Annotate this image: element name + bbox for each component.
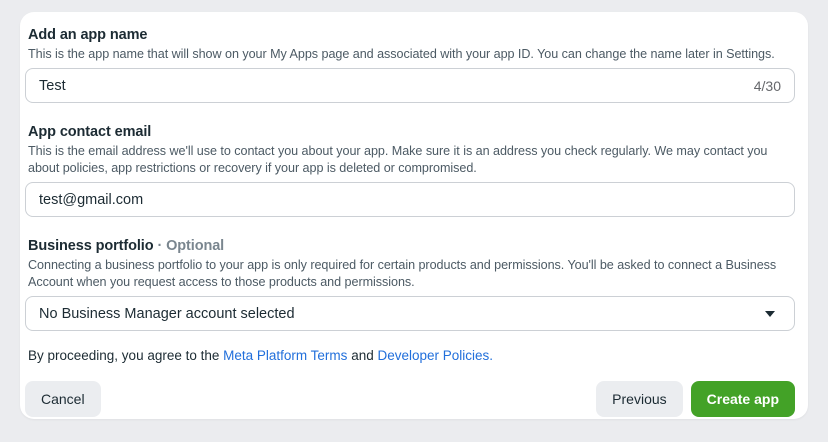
business-portfolio-description: Connecting a business portfolio to your … <box>28 258 777 289</box>
terms-prefix: By proceeding, you agree to the <box>28 348 224 363</box>
terms-conjunction: and <box>347 348 378 363</box>
caret-down-icon <box>765 310 775 317</box>
contact-email-label: App contact email <box>28 124 152 140</box>
business-portfolio-selected-value: No Business Manager account selected <box>39 305 295 322</box>
contact-email-field-wrapper <box>25 182 795 217</box>
optional-tag: Optional <box>166 238 225 254</box>
app-name-label: Add an app name <box>28 27 148 43</box>
previous-button[interactable]: Previous <box>596 381 683 417</box>
contact-email-description: This is the email address we'll use to c… <box>28 144 768 175</box>
developer-policies-link[interactable]: Developer Policies. <box>377 348 493 363</box>
terms-notice: By proceeding, you agree to the Meta Pla… <box>28 347 795 365</box>
character-counter: 4/30 <box>753 77 781 94</box>
cancel-button[interactable]: Cancel <box>25 381 101 417</box>
app-name-input[interactable] <box>39 77 744 94</box>
label-separator: · <box>157 238 163 254</box>
dialog-actions: Cancel Previous Create app <box>25 381 795 417</box>
create-app-button[interactable]: Create app <box>690 381 795 417</box>
app-name-field-wrapper: 4/30 <box>25 68 795 103</box>
meta-platform-terms-link[interactable]: Meta Platform Terms <box>223 348 347 363</box>
business-portfolio-label: Business portfolio · Optional <box>28 237 795 255</box>
business-portfolio-select[interactable]: No Business Manager account selected <box>25 296 795 331</box>
app-name-description: This is the app name that will show on y… <box>28 47 775 61</box>
business-portfolio-label-text: Business portfolio <box>28 238 154 254</box>
create-app-dialog: Add an app name This is the app name tha… <box>20 12 808 419</box>
contact-email-input[interactable] <box>39 191 781 208</box>
